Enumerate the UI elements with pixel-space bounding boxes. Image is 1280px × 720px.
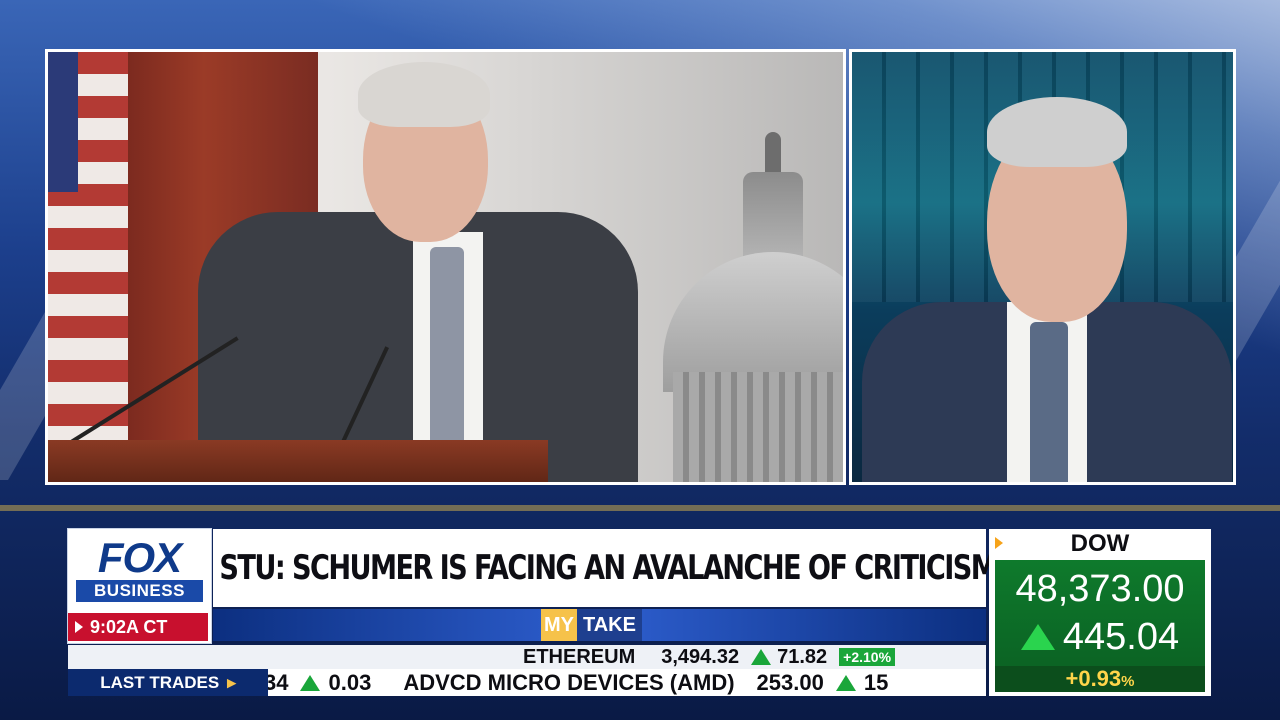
dow-change-row: 445.04 [995,614,1205,660]
ticker-item-change: 15 [863,669,889,695]
dow-title: DOW [1070,530,1130,557]
segment-my: MY [541,609,577,641]
crypto-ticker: ETHEREUM 3,494.32 71.82 +2.10% [68,645,986,669]
host-figure [852,52,1233,482]
dow-percent: +0.93% [995,666,1205,692]
dow-pct-sign: % [1121,673,1135,690]
dow-panel: 48,373.00 445.04 +0.93% [995,560,1205,692]
up-arrow-icon [751,649,772,665]
up-arrow-icon [835,674,856,691]
ticker-item-text: ADVCD MICRO DEVICES (AMD) [403,669,735,695]
dow-index-box: DOW 48,373.00 445.04 +0.93% [989,529,1211,696]
crypto-pct: +2.10% [839,648,896,666]
american-flag [48,52,128,482]
last-trades-text: LAST TRADES [100,673,220,692]
ticker-item-change: 0.03 [328,669,372,695]
dow-pct-value: +0.93 [1065,666,1122,691]
host-video-panel [849,49,1236,485]
ticker-item-price: 253.00 [756,669,824,695]
crypto-price: 3,494.32 [661,645,740,668]
trades-ticker: 34 0.03 ADVCD MICRO DEVICES (AMD) 253.00… [68,669,986,696]
speaker-figure [158,52,678,482]
up-arrow-icon [300,674,321,691]
crypto-name: ETHEREUM [523,645,636,668]
headline-text: STU: SCHUMER IS FACING AN AVALANCHE OF C… [219,548,997,588]
clock-time: 9:02A CT [90,617,168,637]
logo-fox-text: FOX [97,534,182,581]
crypto-change: 71.82 [777,645,828,668]
headline-banner: STU: SCHUMER IS FACING AN AVALANCHE OF C… [213,529,998,607]
podium [48,440,548,482]
caret-right-icon: ▸ [227,673,236,692]
logo-business-text: BUSINESS [76,580,203,602]
up-arrow-icon [1020,624,1055,650]
dow-change: 445.04 [1062,616,1180,658]
segment-take: TAKE [577,609,642,641]
dow-value: 48,373.00 [1015,568,1185,610]
segment-badge: MY TAKE [541,609,642,641]
guest-photo-panel [45,49,846,485]
clock-badge: 9:02A CT [68,613,208,641]
last-trades-label: LAST TRADES ▸ [68,669,268,696]
play-icon [75,621,83,633]
